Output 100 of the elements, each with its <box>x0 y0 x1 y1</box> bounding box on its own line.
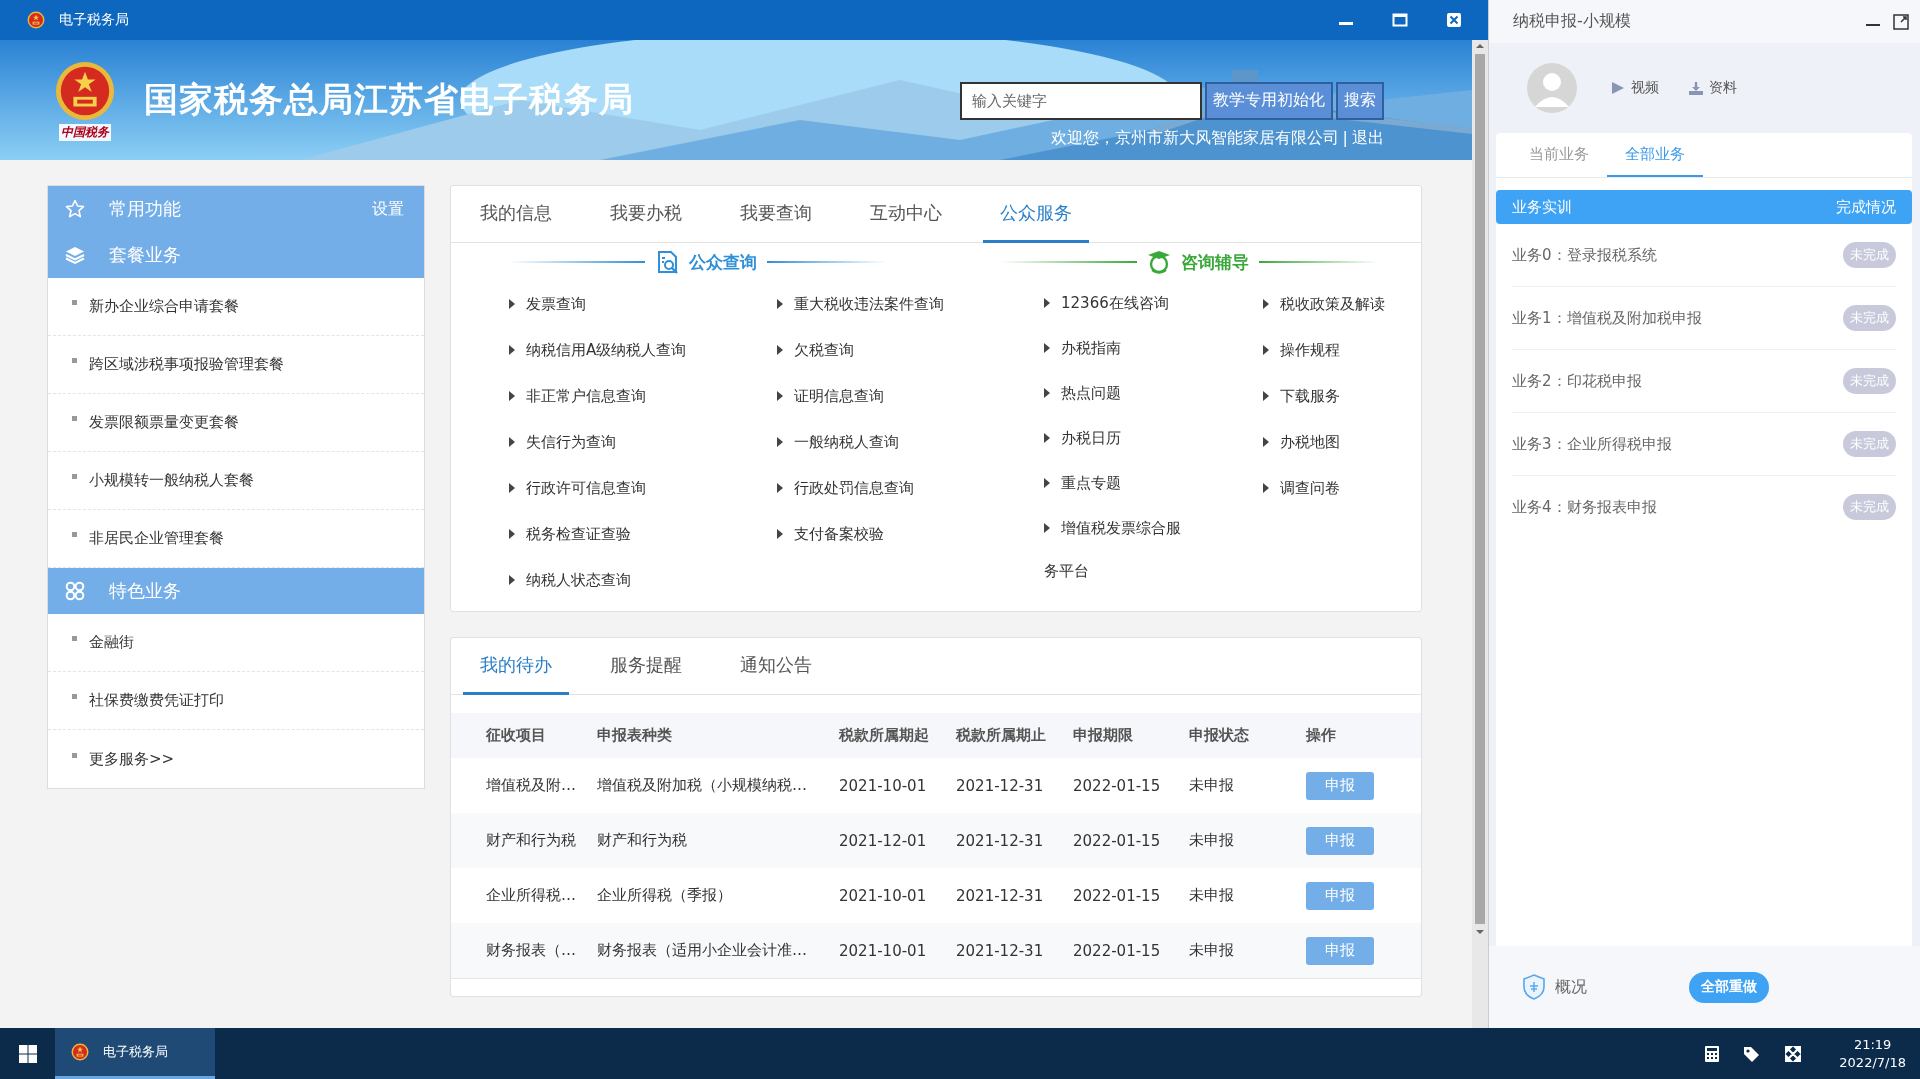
table-cell-text: 2021-10-01 <box>839 886 928 905</box>
overview-link[interactable]: 概况 <box>1555 976 1587 998</box>
caret-icon <box>509 391 515 401</box>
play-icon <box>1611 81 1625 95</box>
service-link[interactable]: 税收政策及解读 <box>1263 281 1421 327</box>
service-link[interactable]: 纳税信用A级纳税人查询 <box>509 327 777 373</box>
table-cell-text: 2022-01-15 <box>1073 831 1162 850</box>
table-cell-text: 2021-12-31 <box>956 941 1045 960</box>
caret-icon <box>509 437 515 447</box>
maximize-icon <box>1392 12 1408 28</box>
caret-icon <box>777 391 783 401</box>
caret-icon <box>1263 437 1269 447</box>
video-link[interactable]: 视频 <box>1611 79 1659 97</box>
service-link[interactable]: 支付备案校验 <box>777 511 1044 557</box>
section-title: 公众查询 <box>689 250 757 274</box>
caret-icon <box>1263 391 1269 401</box>
service-link[interactable]: 一般纳税人查询 <box>777 419 1044 465</box>
task-name: 业务4：财务报表申报 <box>1512 497 1657 517</box>
service-link[interactable]: 办税指南 <box>1044 326 1194 371</box>
layers-icon <box>65 245 85 265</box>
service-link[interactable]: 发票查询 <box>509 281 777 327</box>
caret-icon <box>1044 298 1050 308</box>
service-link[interactable]: 重大税收违法案件查询 <box>777 281 1044 327</box>
search-field[interactable]: 输入关键字 <box>960 81 1202 120</box>
table-cell-text: 财务报表（… <box>486 941 577 960</box>
taskbar-app[interactable]: 电子税务局 <box>55 1028 215 1079</box>
tab[interactable]: 通知公告 <box>723 638 829 695</box>
welcome-text: 欢迎您，京州市新大风智能家居有限公司 <box>1050 127 1339 149</box>
sidebar-item[interactable]: 新办企业综合申请套餐 <box>48 278 424 336</box>
tab[interactable]: 公众服务 <box>983 186 1089 243</box>
service-link[interactable]: 热点问题 <box>1044 371 1194 416</box>
caret-icon <box>777 437 783 447</box>
table-cell-text: 企业所得税（季报） <box>597 886 733 905</box>
table-cell-text: 2022-01-15 <box>1073 886 1162 905</box>
tab[interactable]: 我要查询 <box>723 186 829 243</box>
table-cell-text: 2022-01-15 <box>1073 776 1162 795</box>
clock-time: 21:19 <box>1853 1037 1892 1052</box>
tab[interactable]: 互动中心 <box>853 186 959 243</box>
star-icon <box>65 199 85 219</box>
service-link[interactable]: 行政处罚信息查询 <box>777 465 1044 511</box>
site-title: 国家税务总局江苏省电子税务局 <box>144 78 634 121</box>
sidebar-item[interactable]: 更多服务>> <box>48 730 424 788</box>
service-link[interactable]: 操作规程 <box>1263 327 1421 373</box>
service-link[interactable]: 证明信息查询 <box>777 373 1044 419</box>
service-link[interactable]: 纳税人状态查询 <box>509 557 777 603</box>
service-link[interactable]: 重点专题 <box>1044 461 1194 506</box>
sidebar-item[interactable]: 发票限额票量变更套餐 <box>48 394 424 452</box>
grid-icon <box>65 581 85 601</box>
service-link[interactable]: 行政许可信息查询 <box>509 465 777 511</box>
tags-icon <box>1743 1045 1762 1062</box>
emblem-icon <box>27 11 45 29</box>
caret-icon <box>1044 388 1050 398</box>
service-link[interactable]: 下载服务 <box>1263 373 1421 419</box>
calculator-icon <box>1705 1045 1720 1062</box>
table-cell-text: 未申报 <box>1189 886 1235 905</box>
table-cell-text: 2021-12-31 <box>956 886 1045 905</box>
task-name: 业务3：企业所得税申报 <box>1512 434 1672 454</box>
clock-date: 2022/7/18 <box>1839 1055 1906 1070</box>
scrollbar[interactable] <box>1472 40 1488 1028</box>
avatar-icon <box>1527 63 1577 113</box>
caret-icon <box>509 345 515 355</box>
caret-icon <box>1263 345 1269 355</box>
tab[interactable]: 我的待办 <box>463 638 569 695</box>
tab[interactable]: 我的信息 <box>463 186 569 243</box>
service-link[interactable]: 失信行为查询 <box>509 419 777 465</box>
caret-icon <box>1044 523 1050 533</box>
service-link[interactable]: 办税日历 <box>1044 416 1194 461</box>
sidebar-item[interactable]: 社保费缴费凭证打印 <box>48 672 424 730</box>
minimize-icon <box>1866 23 1880 26</box>
caret-icon <box>777 299 783 309</box>
column-header: 业务实训 <box>1512 197 1572 217</box>
sidebar-item[interactable]: 金融街 <box>48 614 424 672</box>
caret-icon <box>509 529 515 539</box>
service-link[interactable]: 办税地图 <box>1263 419 1421 465</box>
service-link[interactable]: 非正常户信息查询 <box>509 373 777 419</box>
service-link[interactable]: 调查问卷 <box>1263 465 1421 511</box>
service-link[interactable]: 税务检查证查验 <box>509 511 777 557</box>
column-header: 税款所属期起 <box>839 726 930 745</box>
caret-icon <box>509 299 515 309</box>
table-cell-text: 财产和行为税 <box>486 831 577 850</box>
service-link[interactable]: 欠税查询 <box>777 327 1044 373</box>
caret-icon <box>777 529 783 539</box>
task-name: 业务1：增值税及附加税申报 <box>1512 308 1702 328</box>
sidebar-item[interactable]: 小规模转一般纳税人套餐 <box>48 452 424 510</box>
table-cell-text: 未申报 <box>1189 776 1235 795</box>
caret-icon <box>509 483 515 493</box>
service-link[interactable]: 12366在线咨询 <box>1044 281 1194 326</box>
task-name: 业务0：登录报税系统 <box>1512 245 1657 265</box>
tab[interactable]: 服务提醒 <box>593 638 699 695</box>
task-name: 业务2：印花税申报 <box>1512 371 1642 391</box>
sidebar-item[interactable]: 跨区域涉税事项报验管理套餐 <box>48 336 424 394</box>
materials-link[interactable]: 资料 <box>1689 79 1737 97</box>
column-header: 申报表种类 <box>597 726 673 745</box>
column-header: 税款所属期止 <box>956 726 1047 745</box>
table-cell-text: 未申报 <box>1189 831 1235 850</box>
service-link[interactable]: 增值税发票综合服务平台 <box>1044 506 1194 594</box>
tab[interactable]: 我要办税 <box>593 186 699 243</box>
section-title: 套餐业务 <box>109 243 181 267</box>
emblem-icon <box>54 59 116 122</box>
table-cell-text: 2021-10-01 <box>839 776 928 795</box>
